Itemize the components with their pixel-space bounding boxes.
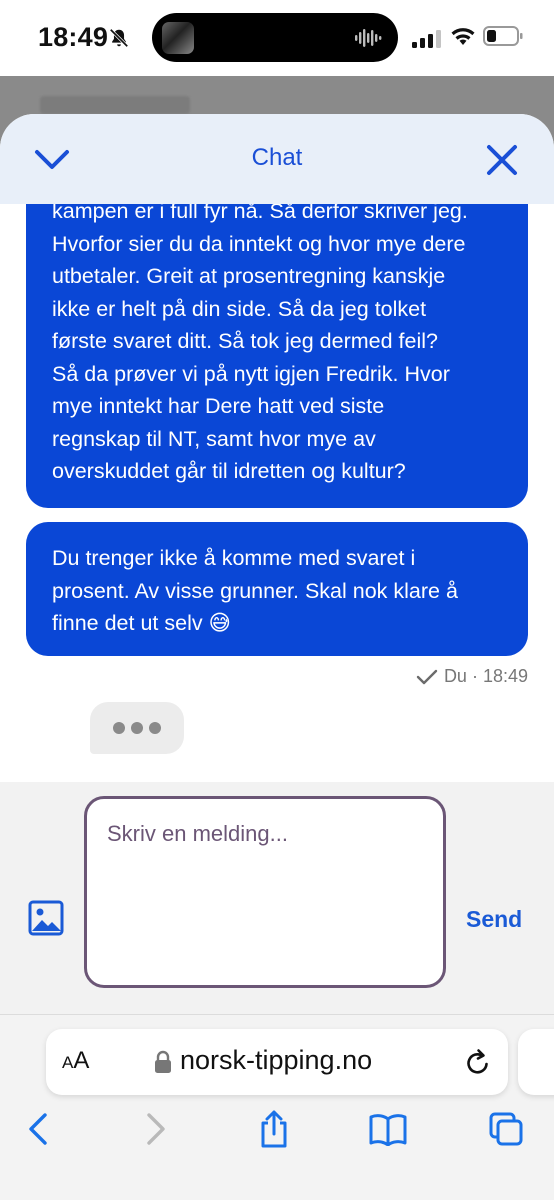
chat-header: Chat	[0, 114, 554, 204]
browser-toolbar	[0, 1107, 554, 1157]
chevron-right-icon	[147, 1113, 165, 1145]
chevron-left-icon	[29, 1113, 47, 1145]
status-bar: 18:49	[0, 0, 554, 76]
book-icon	[369, 1114, 407, 1146]
dynamic-island[interactable]	[152, 13, 398, 62]
image-upload-icon[interactable]	[28, 900, 64, 936]
tabs-button[interactable]	[484, 1107, 528, 1151]
message-line: kampen er i full fyr nå. Så derfor skriv…	[52, 204, 468, 223]
close-chat-button[interactable]	[480, 140, 524, 180]
browser-bottom-bar: AA norsk-tipping.no	[0, 1014, 554, 1200]
status-time: 18:49	[38, 22, 109, 52]
send-button[interactable]: Send	[466, 906, 522, 933]
message-line: regnskap til NT, samt hvor mye av	[52, 426, 376, 451]
chat-panel: Chat kampen er i full fyr nå. Så derfor …	[0, 114, 554, 1014]
message-line: overskuddet går til idretten og kultur?	[52, 459, 406, 483]
share-button[interactable]	[252, 1107, 296, 1151]
bell-off-icon	[109, 28, 129, 48]
message-line: prosent. Av visse grunner. Skal nok klar…	[52, 578, 458, 603]
share-icon	[261, 1110, 287, 1148]
message-composer: Send	[0, 782, 554, 1014]
address-bar[interactable]: AA norsk-tipping.no	[46, 1029, 508, 1095]
reload-icon[interactable]	[464, 1047, 492, 1077]
typing-dot	[149, 722, 161, 734]
message-list[interactable]: kampen er i full fyr nå. Så derfor skriv…	[0, 204, 554, 782]
cellular-signal-icon	[412, 30, 441, 48]
audio-waveform-icon	[355, 29, 382, 47]
bookmarks-button[interactable]	[366, 1107, 410, 1151]
next-tab-preview[interactable]	[518, 1029, 554, 1095]
message-line: finne det ut selv 😅	[52, 611, 231, 635]
message-line: utbetaler. Greit at prosentregning kansk…	[52, 264, 446, 288]
battery-icon	[483, 26, 523, 46]
typing-dot	[113, 722, 125, 734]
message-line: første svaret ditt. Så tok jeg dermed fe…	[52, 329, 438, 353]
message-line: Hvorfor sier du da inntekt og hvor mye d…	[52, 231, 466, 256]
message-input[interactable]	[84, 796, 446, 988]
message-line: Så da prøver vi på nytt igjen Fredrik. H…	[52, 361, 450, 386]
message-line: mye inntekt har Dere hatt ved siste	[52, 394, 385, 418]
lock-icon	[155, 1050, 171, 1073]
message-status: Du · 18:49	[416, 666, 528, 687]
now-playing-artwork	[162, 22, 194, 54]
message-bubble: kampen er i full fyr nå. Så derfor skriv…	[26, 204, 528, 508]
back-button[interactable]	[16, 1107, 60, 1151]
backdrop-blur	[40, 96, 190, 114]
message-line: Du trenger ikke å komme med svaret i	[52, 546, 416, 570]
message-line: ikke er helt på din side. Så da jeg tolk…	[52, 296, 427, 321]
message-bubble: Du trenger ikke å komme med svaret i pro…	[26, 522, 528, 656]
wifi-icon	[451, 28, 475, 45]
typing-indicator	[90, 702, 184, 754]
reader-options-button[interactable]: AA	[62, 1047, 89, 1075]
aa-small-label: A	[62, 1053, 74, 1072]
tabs-icon	[489, 1112, 523, 1146]
close-icon	[487, 145, 517, 175]
forward-button[interactable]	[134, 1107, 178, 1151]
message-meta-text: Du · 18:49	[443, 666, 528, 686]
url-text: norsk-tipping.no	[180, 1045, 373, 1075]
chat-title: Chat	[251, 144, 303, 171]
aa-big-label: A	[73, 1047, 90, 1074]
typing-dot	[131, 722, 143, 734]
checkmark-icon	[416, 669, 438, 684]
